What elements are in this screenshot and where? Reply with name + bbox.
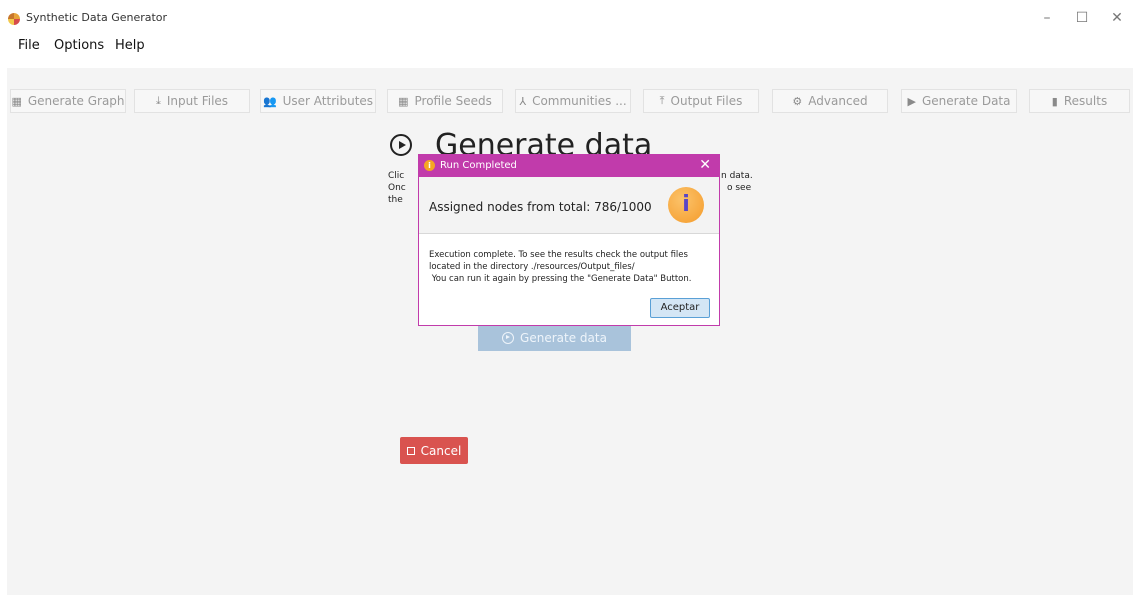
menu-bar: File Options Help bbox=[0, 36, 1133, 58]
aceptar-button[interactable]: Aceptar bbox=[650, 298, 710, 318]
tab-advanced[interactable]: ⚙ Advanced bbox=[772, 89, 888, 113]
info-icon: i bbox=[424, 160, 435, 171]
tab-label: Profile Seeds bbox=[414, 94, 492, 108]
close-window-button[interactable]: ✕ bbox=[1105, 8, 1129, 28]
tab-input-files[interactable]: ⤓ Input Files bbox=[134, 89, 250, 113]
dialog-title-bar: i Run Completed ✕ bbox=[419, 155, 719, 177]
generate-data-label: Generate data bbox=[520, 330, 607, 345]
window-title: Synthetic Data Generator bbox=[26, 11, 168, 24]
play-circle-icon bbox=[390, 134, 412, 156]
cancel-button[interactable]: Cancel bbox=[400, 437, 468, 464]
dialog-title: Run Completed bbox=[440, 160, 517, 171]
menu-options[interactable]: Options bbox=[54, 38, 104, 53]
maximize-button[interactable]: ☐ bbox=[1070, 8, 1094, 28]
grid-icon: ▦ bbox=[11, 94, 22, 108]
info-icon: i bbox=[668, 187, 704, 223]
tab-generate-graph[interactable]: ▦ Generate Graph bbox=[10, 89, 126, 113]
tab-label: Generate Graph bbox=[27, 94, 125, 108]
run-completed-dialog: i Run Completed ✕ Assigned nodes from to… bbox=[418, 154, 720, 326]
desc-line1-right: n data. bbox=[721, 171, 753, 181]
desc-line1-left: Clic bbox=[388, 171, 405, 181]
gear-icon: ⚙ bbox=[792, 94, 803, 108]
app-logo-icon bbox=[8, 13, 20, 25]
network-icon: ⅄ bbox=[519, 94, 527, 108]
tab-label: Input Files bbox=[166, 94, 229, 108]
desc-line2-right: o see bbox=[727, 183, 752, 193]
dialog-body-text: Execution complete. To see the results c… bbox=[429, 250, 692, 284]
play-icon: ▶ bbox=[907, 94, 916, 108]
tab-label: Output Files bbox=[670, 94, 743, 108]
users-icon: 👥 bbox=[262, 94, 277, 108]
tab-communities[interactable]: ⅄ Communities ... bbox=[515, 89, 631, 113]
tab-bar: ▦ Generate Graph ⤓ Input Files 👥 User At… bbox=[7, 89, 1133, 115]
main-content: ▦ Generate Graph ⤓ Input Files 👥 User At… bbox=[7, 68, 1133, 595]
generate-data-button[interactable]: Generate data bbox=[478, 324, 631, 351]
bar-chart-icon: ▮ bbox=[1051, 94, 1058, 108]
desc-line3-left: the bbox=[388, 195, 403, 205]
dialog-close-button[interactable]: ✕ bbox=[699, 157, 711, 173]
upload-icon: ⤒ bbox=[659, 94, 665, 107]
cancel-label: Cancel bbox=[420, 443, 462, 458]
grid-icon: ▦ bbox=[398, 94, 409, 108]
tab-label: Generate Data bbox=[921, 94, 1011, 108]
download-icon: ⤓ bbox=[155, 94, 161, 107]
title-bar: Synthetic Data Generator – ☐ ✕ bbox=[0, 0, 1133, 36]
tab-generate-data[interactable]: ▶ Generate Data bbox=[901, 89, 1017, 113]
tab-output-files[interactable]: ⤒ Output Files bbox=[643, 89, 759, 113]
minimize-button[interactable]: – bbox=[1035, 8, 1059, 28]
tab-results[interactable]: ▮ Results bbox=[1029, 89, 1130, 113]
tab-profile-seeds[interactable]: ▦ Profile Seeds bbox=[387, 89, 503, 113]
menu-help[interactable]: Help bbox=[115, 38, 145, 53]
stop-icon bbox=[406, 446, 415, 455]
menu-file[interactable]: File bbox=[18, 38, 40, 53]
tab-label: Results bbox=[1063, 94, 1108, 108]
tab-label: Advanced bbox=[808, 94, 868, 108]
tab-user-attributes[interactable]: 👥 User Attributes bbox=[260, 89, 376, 113]
dialog-header-message: Assigned nodes from total: 786/1000 bbox=[429, 200, 652, 214]
tab-label: Communities ... bbox=[532, 94, 627, 108]
dialog-header: Assigned nodes from total: 786/1000 i bbox=[419, 177, 719, 234]
play-circle-icon bbox=[502, 331, 515, 344]
tab-label: User Attributes bbox=[282, 94, 374, 108]
desc-line2-left: Onc bbox=[388, 183, 406, 193]
